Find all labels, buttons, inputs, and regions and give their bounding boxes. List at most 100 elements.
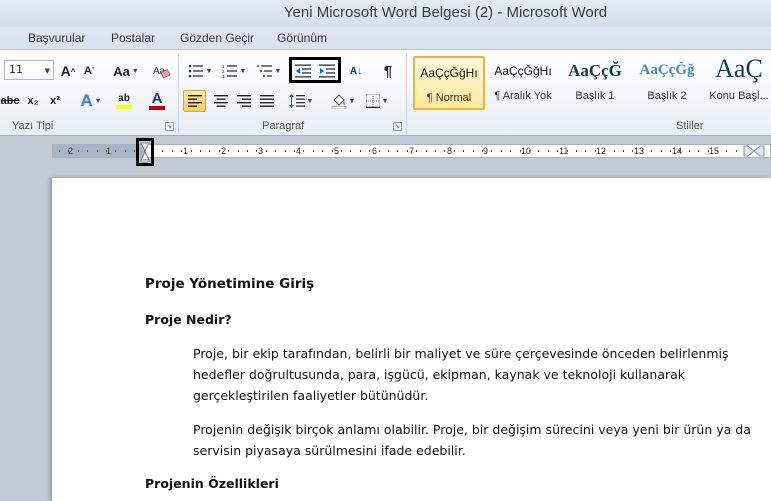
style-name: Başlık 2: [647, 90, 687, 102]
ribbon: 11 ▼ A ^ Aˇ Aa ▼ Aa abc x₂ x² A ▼ ab A Yazı…: [0, 49, 771, 136]
change-case-button[interactable]: Aa ▼: [111, 60, 141, 82]
grow-font-button[interactable]: A ^: [58, 60, 78, 82]
ruler-tick: [585, 150, 587, 152]
shading-button[interactable]: ▼: [328, 90, 358, 112]
justify-icon: [259, 95, 274, 107]
paragraph-line: hedefler doğrultusunda, para, işgücü, ek…: [193, 367, 686, 382]
font-dialog-launcher-icon[interactable]: ↘: [165, 122, 174, 131]
ruler-tick: [115, 150, 117, 152]
ruler-tick: [632, 150, 634, 152]
highlight-button[interactable]: ab: [108, 90, 140, 112]
tab-gorunum[interactable]: Görünüm: [277, 31, 327, 45]
shrink-font-button[interactable]: Aˇ: [80, 60, 98, 82]
divider: [178, 54, 179, 134]
paragraph-line: servisin piyasaya sürülmesini ifade edeb…: [193, 443, 466, 458]
horizontal-ruler[interactable]: 2 1 1 2 3 4 5 6 7 8 9 10 11 12 13 14 15: [52, 144, 771, 158]
ruler-tick: [200, 150, 201, 152]
ruler-tick: [378, 150, 380, 152]
divider: [406, 54, 407, 134]
indent-marker-icon[interactable]: [136, 138, 154, 166]
ruler-tick: [651, 150, 653, 152]
ruler-tick: [388, 150, 389, 152]
ruler-tick: [77, 150, 79, 152]
highlight-color-bar: [116, 105, 132, 109]
ruler-tick: [124, 150, 126, 152]
text-effects-button[interactable]: A ▼: [78, 90, 104, 112]
heading-project-features: Projenin Özellikleri: [145, 476, 279, 491]
ruler-number: 1: [183, 146, 189, 156]
borders-button[interactable]: ▼: [362, 90, 392, 112]
tab-gozden-gecir[interactable]: Gözden Geçir: [180, 31, 254, 45]
paint-bucket-icon: [331, 94, 346, 109]
paragraph-group-label: Paragraf: [262, 120, 305, 132]
line-spacing-icon: [288, 94, 305, 108]
ruler-tick: [331, 150, 333, 152]
font-size-combobox[interactable]: 11 ▼: [4, 60, 54, 80]
align-center-icon: [213, 95, 228, 107]
indent-buttons-highlight: [289, 57, 341, 83]
tab-postalar[interactable]: Postalar: [111, 31, 155, 45]
show-formatting-marks-button[interactable]: ¶: [378, 60, 398, 82]
document-page[interactable]: Proje Yönetimine Giriş Proje Nedir? Proj…: [52, 178, 771, 501]
align-right-button[interactable]: [232, 90, 255, 112]
align-left-button[interactable]: [183, 90, 206, 112]
heading-what-is-project: Proje Nedir?: [145, 312, 232, 327]
ruler-tick: [190, 150, 192, 152]
strikethrough-button[interactable]: abc: [0, 90, 20, 112]
styles-group-label: Stiller: [676, 120, 704, 132]
align-left-icon: [187, 95, 202, 107]
ruler-tick: [59, 150, 60, 152]
numbering-icon: 1 2 3: [222, 64, 237, 78]
right-indent-marker-icon[interactable]: [743, 145, 765, 157]
font-size-value: 11: [9, 63, 23, 76]
ruler-tick: [435, 150, 436, 152]
bullets-button[interactable]: ▼: [186, 60, 214, 82]
style-heading-2[interactable]: AaÇçĞğ Başlık 2: [631, 56, 703, 110]
ruler-tick: [275, 150, 277, 152]
ruler-tick: [350, 150, 352, 152]
ruler-tick: [265, 150, 267, 152]
ruler-tick: [406, 150, 408, 152]
ruler-number: 14: [672, 146, 683, 156]
ruler-tick: [284, 150, 286, 152]
style-preview: AaÇçĞğHı: [494, 64, 552, 78]
ruler-area: 2 1 1 2 3 4 5 6 7 8 9 10 11 12 13 14 15: [0, 136, 771, 166]
ruler-tick: [369, 150, 371, 152]
style-heading-1[interactable]: AaÇçĞ Başlık 1: [559, 56, 631, 110]
paragraph-dialog-launcher-icon[interactable]: ↘: [393, 122, 402, 131]
ruler-tick: [444, 150, 446, 152]
style-normal[interactable]: AaÇçĞğHı ¶ Normal: [413, 56, 485, 110]
justify-button[interactable]: [255, 90, 278, 112]
style-no-spacing[interactable]: AaÇçĞğHı ¶ Aralık Yok: [487, 56, 559, 110]
clear-formatting-button[interactable]: Aa: [150, 60, 172, 82]
ruler-tick: [726, 150, 728, 152]
line-spacing-button[interactable]: ▼: [286, 90, 316, 112]
grow-font-icon: A: [60, 63, 71, 79]
chevron-down-icon[interactable]: ▼: [45, 67, 50, 75]
sort-button[interactable]: A↓: [346, 60, 366, 82]
superscript-button[interactable]: x²: [46, 90, 64, 112]
paragraph-line: Projenin değişik birçok anlamı olabilir.…: [193, 422, 751, 437]
ruler-tick: [679, 150, 681, 152]
ruler-tick: [519, 150, 521, 152]
ruler-tick: [566, 150, 568, 152]
ruler-tick: [594, 150, 596, 152]
style-name: ¶ Aralık Yok: [494, 90, 552, 102]
font-color-button[interactable]: A: [143, 90, 171, 112]
ruler-tick: [425, 150, 427, 152]
tab-basvurular[interactable]: Başvurular: [28, 31, 85, 45]
numbering-button[interactable]: 1 2 3 ▼: [220, 60, 248, 82]
style-title[interactable]: AaÇ Konu Başl...: [703, 54, 771, 110]
align-right-icon: [236, 95, 251, 107]
font-group-label: Yazı Tipi: [12, 120, 54, 132]
multilevel-list-button[interactable]: ▼: [254, 60, 284, 82]
ruler-tick: [670, 150, 671, 152]
highlighter-icon: ab: [118, 93, 130, 104]
paragraph-line: Proje, bir ekip tarafından, belirli bir …: [193, 346, 729, 361]
change-case-icon: Aa: [113, 63, 130, 79]
ruler-tick: [613, 150, 615, 152]
align-center-button[interactable]: [209, 90, 232, 112]
ruler-tick: [735, 150, 737, 152]
ruler-tick: [510, 150, 512, 152]
subscript-button[interactable]: x₂: [24, 90, 42, 112]
